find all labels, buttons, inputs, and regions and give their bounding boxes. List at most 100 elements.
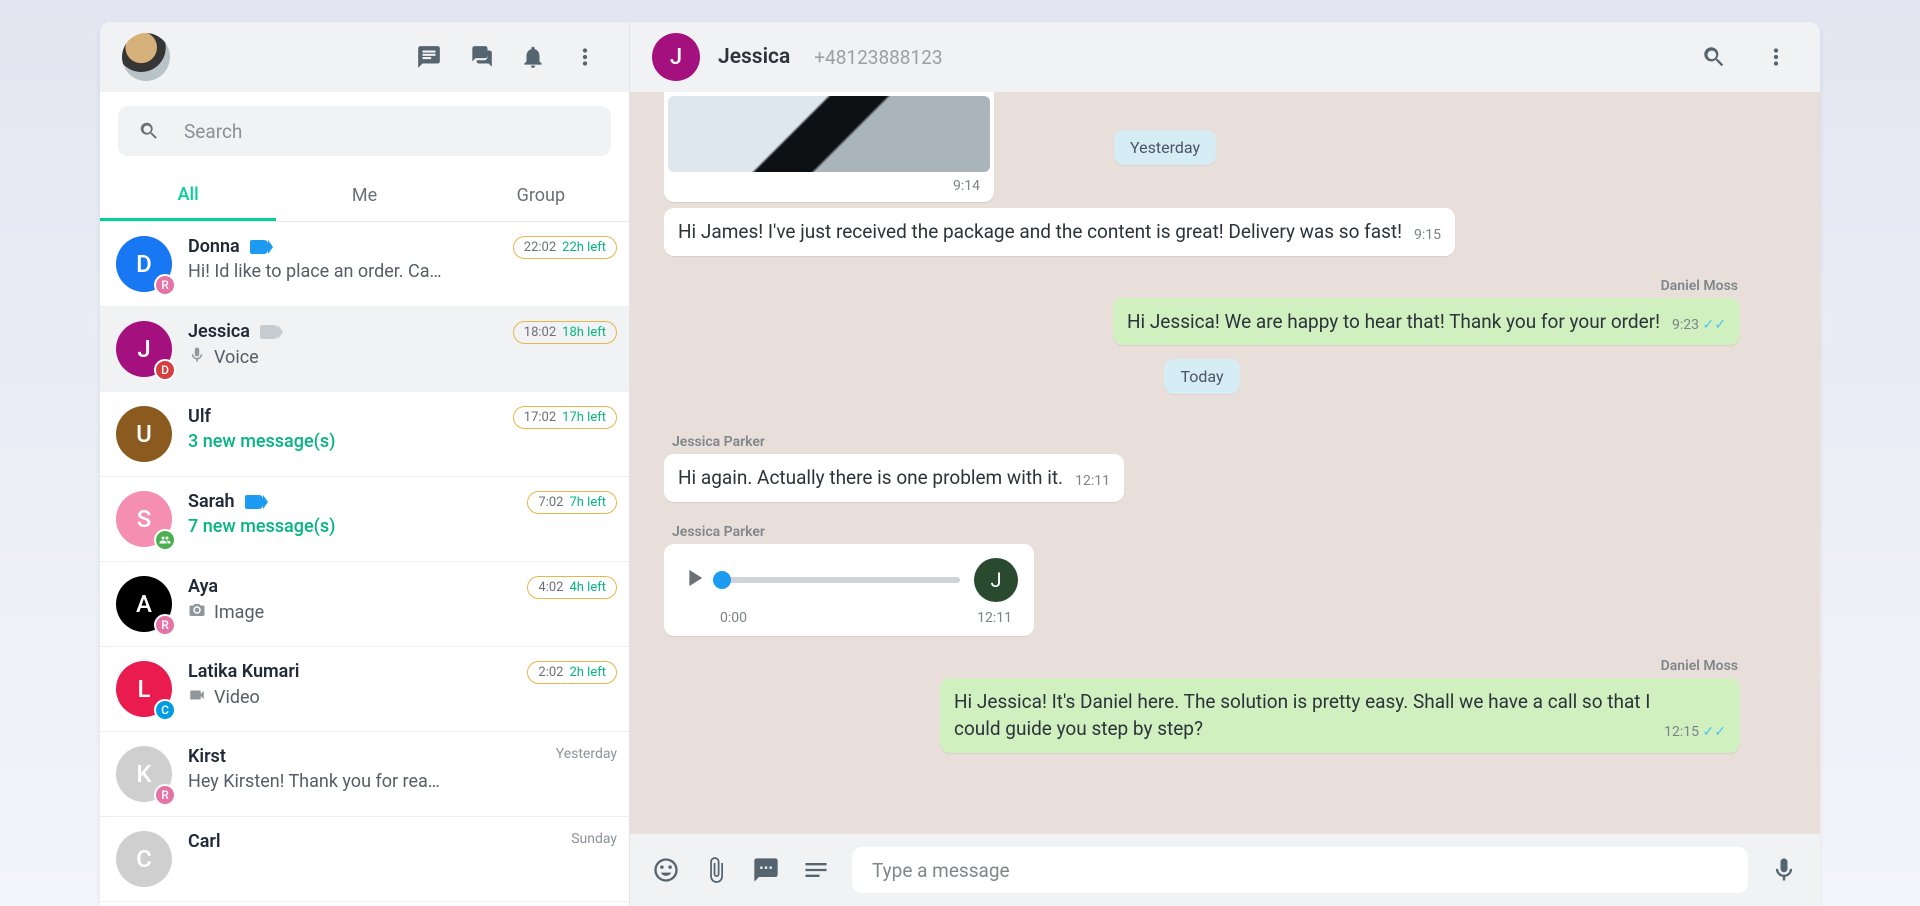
bell-icon[interactable] (511, 35, 555, 79)
search-input[interactable]: Search (118, 106, 611, 156)
status-badge (154, 529, 176, 551)
chat-preview: Hey Kirsten! Thank you for rea… (188, 771, 540, 792)
message-thread[interactable]: 9:14 Yesterday Hi James! I've just recei… (630, 92, 1820, 834)
chat-avatar: C (116, 831, 172, 887)
voice-elapsed: 0:00 (720, 610, 747, 626)
chat-name: Kirst (188, 746, 226, 767)
message-time: 12:15 ✓✓ (1664, 722, 1726, 742)
chat-name: Aya (188, 576, 218, 597)
chat-avatar: U (116, 406, 172, 462)
status-badge: R (154, 614, 176, 636)
chat-avatar: JD (116, 321, 172, 377)
sla-pill: 22:0222h left (513, 236, 617, 259)
message-text: Hi again. Actually there is one problem … (678, 464, 1063, 492)
emoji-icon[interactable] (652, 848, 680, 892)
sla-pill: 18:0218h left (513, 321, 617, 344)
composer: Type a message (630, 834, 1820, 906)
me-avatar[interactable] (122, 33, 170, 81)
image-thumbnail (668, 96, 990, 172)
voice-thumb[interactable] (713, 571, 731, 589)
chat-avatar: DR (116, 236, 172, 292)
conversation-menu-icon[interactable] (1754, 35, 1798, 79)
status-badge: D (154, 359, 176, 381)
status-badge: R (154, 274, 176, 296)
chat-item[interactable]: U Ulf 3 new message(s) 17:0217h left (100, 392, 629, 477)
chat-preview: Hi! Id like to place an order. Ca… (188, 261, 497, 282)
chat-preview: 7 new message(s) (188, 516, 511, 537)
more-icon[interactable] (563, 35, 607, 79)
sla-pill: 17:0217h left (513, 406, 617, 429)
search-placeholder: Search (184, 120, 242, 143)
incoming-message[interactable]: Hi again. Actually there is one problem … (664, 454, 1124, 502)
outgoing-message[interactable]: Hi Jessica! We are happy to hear that! T… (1113, 298, 1740, 346)
chat-date: Sunday (571, 831, 617, 847)
sender-label: Jessica Parker (672, 524, 765, 540)
chat-preview: Video (188, 686, 511, 709)
voice-track[interactable] (722, 577, 960, 583)
message-time: 9:15 (1414, 225, 1441, 245)
search-wrap: Search (100, 92, 629, 170)
image-message[interactable]: 9:14 (664, 92, 994, 202)
search-icon (138, 120, 160, 142)
tag-icon (260, 325, 278, 339)
chat-preview: Voice (188, 346, 497, 369)
chat-item[interactable]: LC Latika Kumari Video 2:022h left (100, 647, 629, 732)
chat-list[interactable]: DR Donna Hi! Id like to place an order. … (100, 222, 629, 906)
chat-item[interactable]: KR Kirst Hey Kirsten! Thank you for rea…… (100, 732, 629, 817)
sender-label: Daniel Moss (1661, 658, 1738, 674)
chat-avatar: KR (116, 746, 172, 802)
sender-label: Daniel Moss (1661, 278, 1738, 294)
notes-icon[interactable] (802, 848, 830, 892)
mic-icon (188, 346, 206, 369)
sla-pill: 2:022h left (527, 661, 617, 684)
sidebar: Search All Me Group DR Donna Hi! Id like… (100, 22, 630, 906)
chat-avatar: AR (116, 576, 172, 632)
message-text: Hi James! I've just received the package… (678, 218, 1402, 246)
new-chat-icon[interactable] (407, 35, 451, 79)
chat-name: Jessica (188, 321, 250, 342)
chat-name: Ulf (188, 406, 211, 427)
chat-date: Yesterday (556, 746, 617, 762)
templates-icon[interactable] (459, 35, 503, 79)
outgoing-message[interactable]: Hi Jessica! It's Daniel here. The soluti… (940, 678, 1740, 753)
sender-label: Jessica Parker (672, 434, 765, 450)
message-input[interactable]: Type a message (852, 847, 1748, 893)
attach-icon[interactable] (702, 848, 730, 892)
chat-name: Carl (188, 831, 221, 852)
tab-group[interactable]: Group (453, 170, 629, 221)
tab-all[interactable]: All (100, 170, 276, 221)
read-ticks-icon: ✓✓ (1703, 724, 1726, 740)
chat-preview: Image (188, 601, 511, 624)
sidebar-header (100, 22, 629, 92)
chat-item[interactable]: AR Aya Image 4:024h left (100, 562, 629, 647)
voice-avatar: J (974, 558, 1018, 602)
camera-icon (188, 601, 206, 624)
contact-avatar[interactable]: J (652, 33, 700, 81)
app-window: Search All Me Group DR Donna Hi! Id like… (100, 22, 1820, 906)
message-time: 9:14 (668, 172, 990, 194)
chat-item[interactable]: JD Jessica Voice 18:0218h left (100, 307, 629, 392)
search-conversation-icon[interactable] (1692, 35, 1736, 79)
video-icon (188, 686, 206, 709)
chat-item[interactable]: C Carl Sunday (100, 817, 629, 902)
chat-item[interactable]: DR Donna Hi! Id like to place an order. … (100, 222, 629, 307)
sla-pill: 7:027h left (527, 491, 617, 514)
message-time: 9:23 ✓✓ (1672, 315, 1726, 335)
chat-item[interactable]: S Sarah 7 new message(s) 7:027h left (100, 477, 629, 562)
chat-name: Latika Kumari (188, 661, 299, 682)
date-chip: Today (1164, 359, 1239, 394)
status-badge: C (154, 699, 176, 721)
tab-me[interactable]: Me (276, 170, 452, 221)
contact-name: Jessica (718, 45, 790, 69)
chat-avatar: S (116, 491, 172, 547)
conversation-pane: J Jessica +48123888123 9:14 Yesterday Hi… (630, 22, 1820, 906)
mic-icon[interactable] (1770, 848, 1798, 892)
chat-preview: 3 new message(s) (188, 431, 497, 452)
incoming-message[interactable]: Hi James! I've just received the package… (664, 208, 1455, 256)
voice-message[interactable]: J 0:00 12:11 (664, 544, 1034, 636)
sla-pill: 4:024h left (527, 576, 617, 599)
message-time: 12:11 (977, 610, 1012, 626)
message-text: Hi Jessica! It's Daniel here. The soluti… (954, 688, 1652, 743)
play-icon[interactable] (680, 564, 708, 596)
template-reply-icon[interactable] (752, 848, 780, 892)
